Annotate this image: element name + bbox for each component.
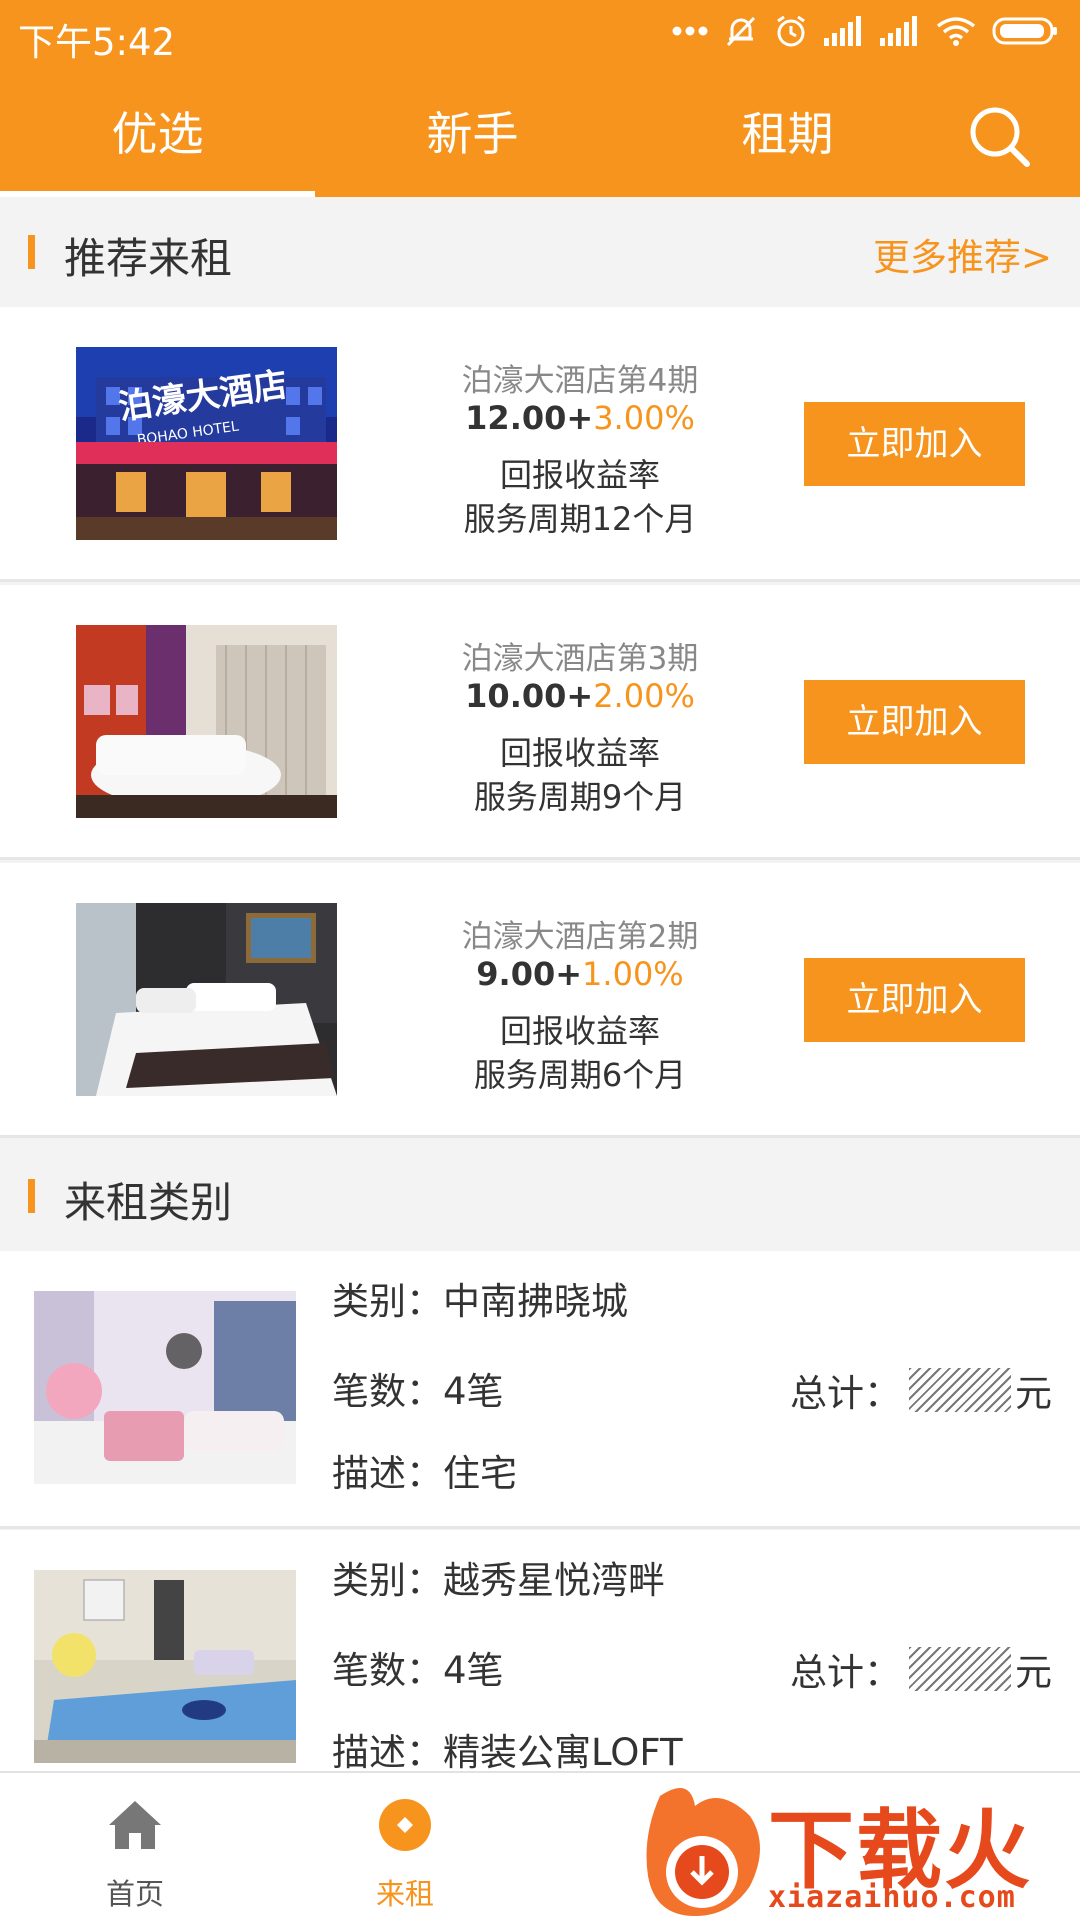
recommend-item[interactable]: 泊濠大酒店 BOHAO HOTEL 泊濠大酒店第4期 12.00+3.00% 回… (0, 307, 1080, 582)
product-name: 泊濠大酒店第4期 (461, 363, 699, 399)
recommend-info: 泊濠大酒店第2期 9.00+1.00% 回报收益率 服务周期6个月 (380, 863, 780, 1138)
wifi-icon (936, 17, 976, 46)
category-description: 描述：住宅 (332, 1452, 517, 1495)
service-period: 服务周期9个月 (473, 778, 687, 816)
return-rate: 12.00+3.00% (465, 399, 695, 437)
return-rate-label: 回报收益率 (499, 1012, 660, 1050)
top-tabs: 优选 新手 租期 (0, 88, 1080, 197)
top-header: 下午5:42 优选 新手 租期 (0, 0, 1080, 197)
join-now-button[interactable]: 立即加入 (804, 402, 1025, 486)
nav-rent[interactable]: 来租 (270, 1773, 540, 1920)
category-name: 类别：越秀星悦湾畔 (332, 1559, 665, 1602)
home-icon (109, 1801, 161, 1849)
category-count: 笔数：4笔 (332, 1649, 504, 1692)
hotel-exterior-image: 泊濠大酒店 BOHAO HOTEL (76, 347, 337, 540)
category-total: 总计：元 (790, 1363, 1052, 1417)
more-dots-icon (672, 26, 708, 36)
status-bar: 下午5:42 (0, 0, 1080, 70)
flame-logo-icon (646, 1788, 760, 1916)
alarm-icon (777, 15, 805, 47)
apartment-image (34, 1570, 296, 1763)
category-count: 笔数：4笔 (332, 1370, 504, 1413)
search-icon (970, 107, 1030, 167)
nav-home[interactable]: 首页 (0, 1773, 270, 1920)
recommend-section-header: 推荐来租 更多推荐> (0, 197, 1080, 307)
hotel-room-image (76, 625, 337, 818)
search-button[interactable] (965, 102, 1035, 172)
section-accent-bar (28, 235, 35, 269)
category-description: 描述：精装公寓LOFT (332, 1731, 683, 1774)
status-icons (672, 14, 1058, 48)
return-rate: 9.00+1.00% (476, 955, 684, 993)
join-now-button[interactable]: 立即加入 (804, 680, 1025, 764)
category-item[interactable]: 类别：中南拂晓城 笔数：4笔 总计：元 描述：住宅 (0, 1251, 1080, 1529)
recommend-item[interactable]: 泊濠大酒店第3期 10.00+2.00% 回报收益率 服务周期9个月 立即加入 (0, 585, 1080, 860)
recommend-title: 推荐来租 (64, 234, 233, 283)
section-accent-bar (28, 1179, 35, 1213)
tab-term[interactable]: 租期 (630, 88, 945, 197)
signal-icon (824, 16, 861, 46)
recommend-item[interactable]: 泊濠大酒店第2期 9.00+1.00% 回报收益率 服务周期6个月 立即加入 (0, 863, 1080, 1138)
signal-icon-2 (880, 16, 917, 46)
apartment-image (34, 1291, 296, 1484)
rent-icon (379, 1799, 431, 1851)
more-recommend-link[interactable]: 更多推荐> (873, 227, 1052, 281)
category-title: 来租类别 (64, 1178, 233, 1227)
category-section-header: 来租类别 (0, 1141, 1080, 1251)
service-period: 服务周期6个月 (473, 1056, 687, 1094)
return-rate: 10.00+2.00% (465, 677, 695, 715)
hotel-room-image (76, 903, 337, 1096)
return-rate-label: 回报收益率 (499, 734, 660, 772)
mute-bell-icon (726, 16, 756, 47)
recommend-info: 泊濠大酒店第4期 12.00+3.00% 回报收益率 服务周期12个月 (380, 307, 780, 582)
tab-newbie[interactable]: 新手 (315, 88, 630, 197)
hidden-total-value (909, 1647, 1011, 1691)
tab-featured[interactable]: 优选 (0, 88, 315, 197)
status-time: 下午5:42 (18, 21, 176, 64)
battery-icon (992, 17, 1057, 45)
product-name: 泊濠大酒店第3期 (461, 641, 699, 677)
watermark-logo: 下载火 xiazaihuo.com (640, 1776, 1080, 1920)
join-now-button[interactable]: 立即加入 (804, 958, 1025, 1042)
recommend-info: 泊濠大酒店第3期 10.00+2.00% 回报收益率 服务周期9个月 (380, 585, 780, 860)
hidden-total-value (909, 1368, 1011, 1412)
product-name: 泊濠大酒店第2期 (461, 919, 699, 955)
category-name: 类别：中南拂晓城 (332, 1280, 628, 1323)
service-period: 服务周期12个月 (463, 500, 697, 538)
category-total: 总计：元 (790, 1642, 1052, 1696)
return-rate-label: 回报收益率 (499, 456, 660, 494)
category-item[interactable]: 类别：越秀星悦湾畔 笔数：4笔 总计：元 描述：精装公寓LOFT (0, 1530, 1080, 1808)
